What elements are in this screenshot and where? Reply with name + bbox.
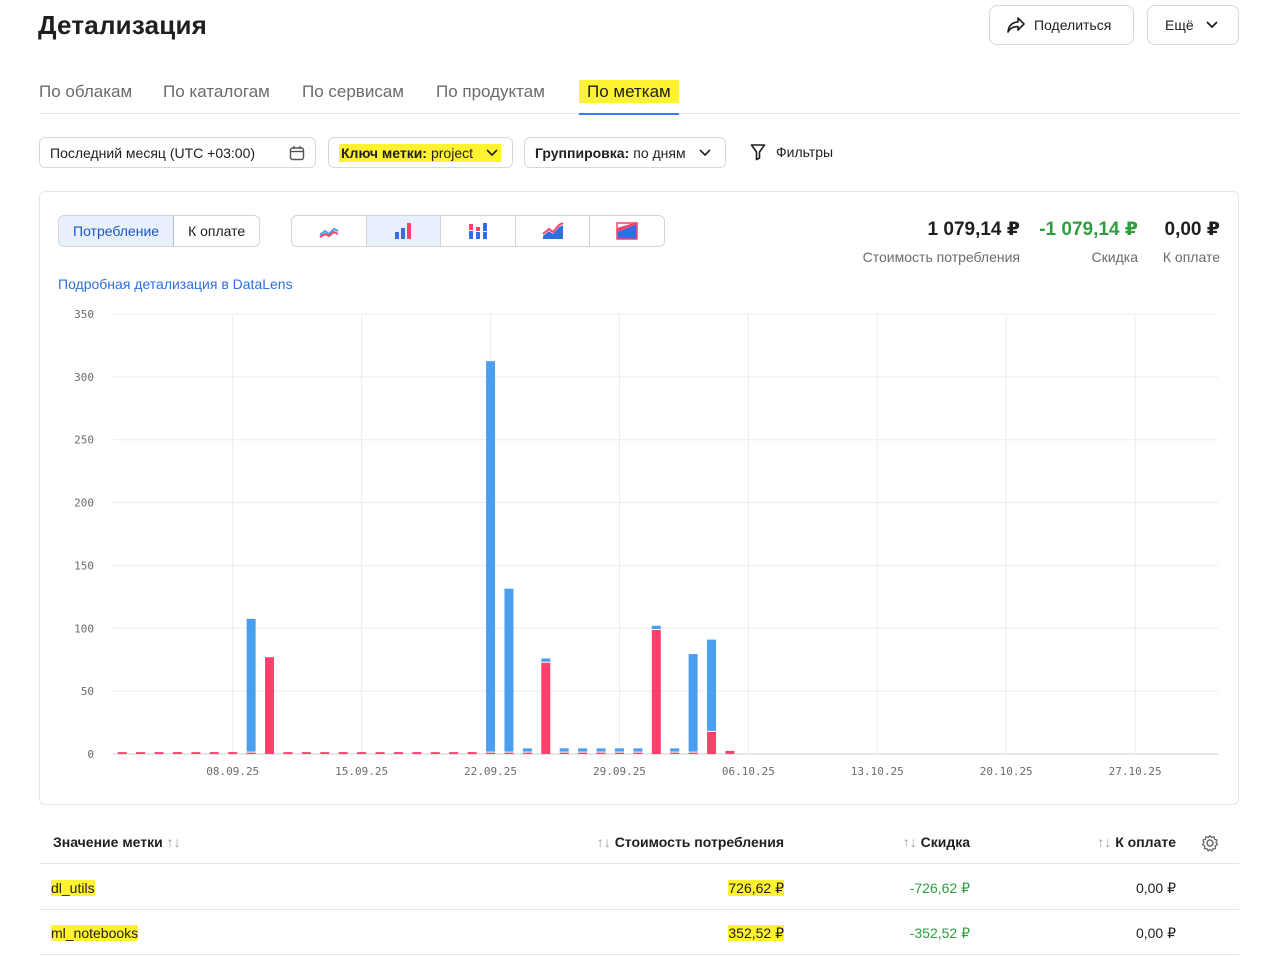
x-tick-label: 27.10.25 (1109, 765, 1162, 778)
column-header-to-pay[interactable]: ↑↓ К оплате (1097, 834, 1176, 850)
bar-ml_notebooks (172, 752, 182, 754)
bar-ml_notebooks (209, 752, 219, 754)
column-header-label-value[interactable]: Значение метки ↑↓ (53, 834, 181, 850)
x-tick-label: 13.10.25 (851, 765, 904, 778)
y-tick-label: 150 (74, 559, 94, 572)
y-tick-label: 100 (74, 622, 94, 635)
x-tick-label: 08.09.25 (206, 765, 259, 778)
bar-ml_notebooks (265, 657, 275, 754)
bar-dl_utils (670, 748, 680, 753)
row-label: dl_utils (51, 880, 95, 896)
row-discount: -726,62 ₽ (909, 880, 970, 896)
column-header-to-pay-text: К оплате (1115, 834, 1176, 850)
bar-ml_notebooks (449, 752, 459, 754)
bar-ml_notebooks (430, 752, 440, 754)
bar-dl_utils (504, 588, 514, 753)
bar-dl_utils (596, 748, 606, 753)
y-tick-label: 350 (74, 308, 94, 321)
bar-ml_notebooks (154, 752, 164, 754)
bar-ml_notebooks (191, 752, 201, 754)
row-to-pay: 0,00 ₽ (1135, 880, 1176, 896)
column-header-discount-text: Скидка (920, 834, 970, 850)
bar-ml_notebooks (301, 752, 311, 754)
row-label: ml_notebooks (51, 925, 139, 941)
x-tick-label: 29.09.25 (593, 765, 646, 778)
bar-ml_notebooks (725, 750, 735, 754)
bar-dl_utils (246, 618, 256, 753)
sort-icon: ↑↓ (596, 834, 615, 850)
y-tick-label: 200 (74, 497, 94, 510)
bar-ml_notebooks (117, 752, 127, 754)
table-row[interactable]: ml_notebooks 352,52 ₽ -352,52 ₽ 0,00 ₽ (39, 910, 1239, 955)
table-row[interactable]: dl_utils 726,62 ₽ -726,62 ₽ 0,00 ₽ (39, 865, 1239, 910)
bar-ml_notebooks (375, 752, 385, 754)
bar-dl_utils (633, 748, 643, 753)
consumption-bar-chart: 0 50 100 150 200 250 300 350 08.09.25 15.09.25 22.… (74, 308, 1218, 778)
column-header-cost[interactable]: ↑↓ Стоимость потребления (597, 834, 784, 850)
x-tick-label: 15.09.25 (335, 765, 388, 778)
bar-ml_notebooks (357, 752, 367, 754)
y-tick-label: 300 (74, 371, 94, 384)
row-discount: -352,52 ₽ (909, 925, 970, 941)
column-header-label-value-text: Значение метки (53, 834, 163, 850)
table-header: Значение метки ↑↓ ↑↓ Стоимость потреблен… (39, 822, 1239, 864)
y-tick-label: 0 (87, 748, 94, 761)
bar-dl_utils (688, 654, 698, 753)
bar-ml_notebooks (320, 752, 330, 754)
x-tick-label: 22.09.25 (464, 765, 517, 778)
bar-dl_utils (522, 748, 532, 753)
x-tick-label: 20.10.25 (980, 765, 1033, 778)
bar-dl_utils (707, 639, 717, 732)
bar-ml_notebooks (707, 731, 717, 754)
y-tick-label: 50 (81, 685, 94, 698)
sort-icon: ↑↓ (1097, 834, 1116, 850)
bar-ml_notebooks (228, 752, 238, 754)
bar-ml_notebooks (467, 752, 477, 754)
bar-ml_notebooks (651, 629, 661, 754)
bar-dl_utils (578, 748, 588, 753)
x-tick-label: 06.10.25 (722, 765, 775, 778)
bar-ml_notebooks (412, 752, 422, 754)
bar-ml_notebooks (338, 752, 348, 754)
bar-dl_utils (614, 748, 624, 753)
column-header-discount[interactable]: ↑↓ Скидка (903, 834, 970, 850)
row-cost: 352,52 ₽ (728, 925, 784, 941)
column-header-cost-text: Стоимость потребления (614, 834, 784, 850)
sort-icon: ↑↓ (902, 834, 921, 850)
sort-icon: ↑↓ (166, 834, 181, 850)
bar-ml_notebooks (393, 752, 403, 754)
gear-icon[interactable] (1201, 834, 1219, 852)
bar-ml_notebooks (136, 752, 146, 754)
bar-dl_utils (486, 361, 496, 753)
bar-dl_utils (541, 658, 551, 663)
bar-ml_notebooks (541, 662, 551, 754)
bar-ml_notebooks (283, 752, 293, 754)
row-to-pay: 0,00 ₽ (1135, 925, 1176, 941)
bar-dl_utils (651, 625, 661, 630)
row-cost: 726,62 ₽ (728, 880, 784, 896)
bar-dl_utils (559, 748, 569, 753)
y-tick-label: 250 (74, 434, 94, 447)
